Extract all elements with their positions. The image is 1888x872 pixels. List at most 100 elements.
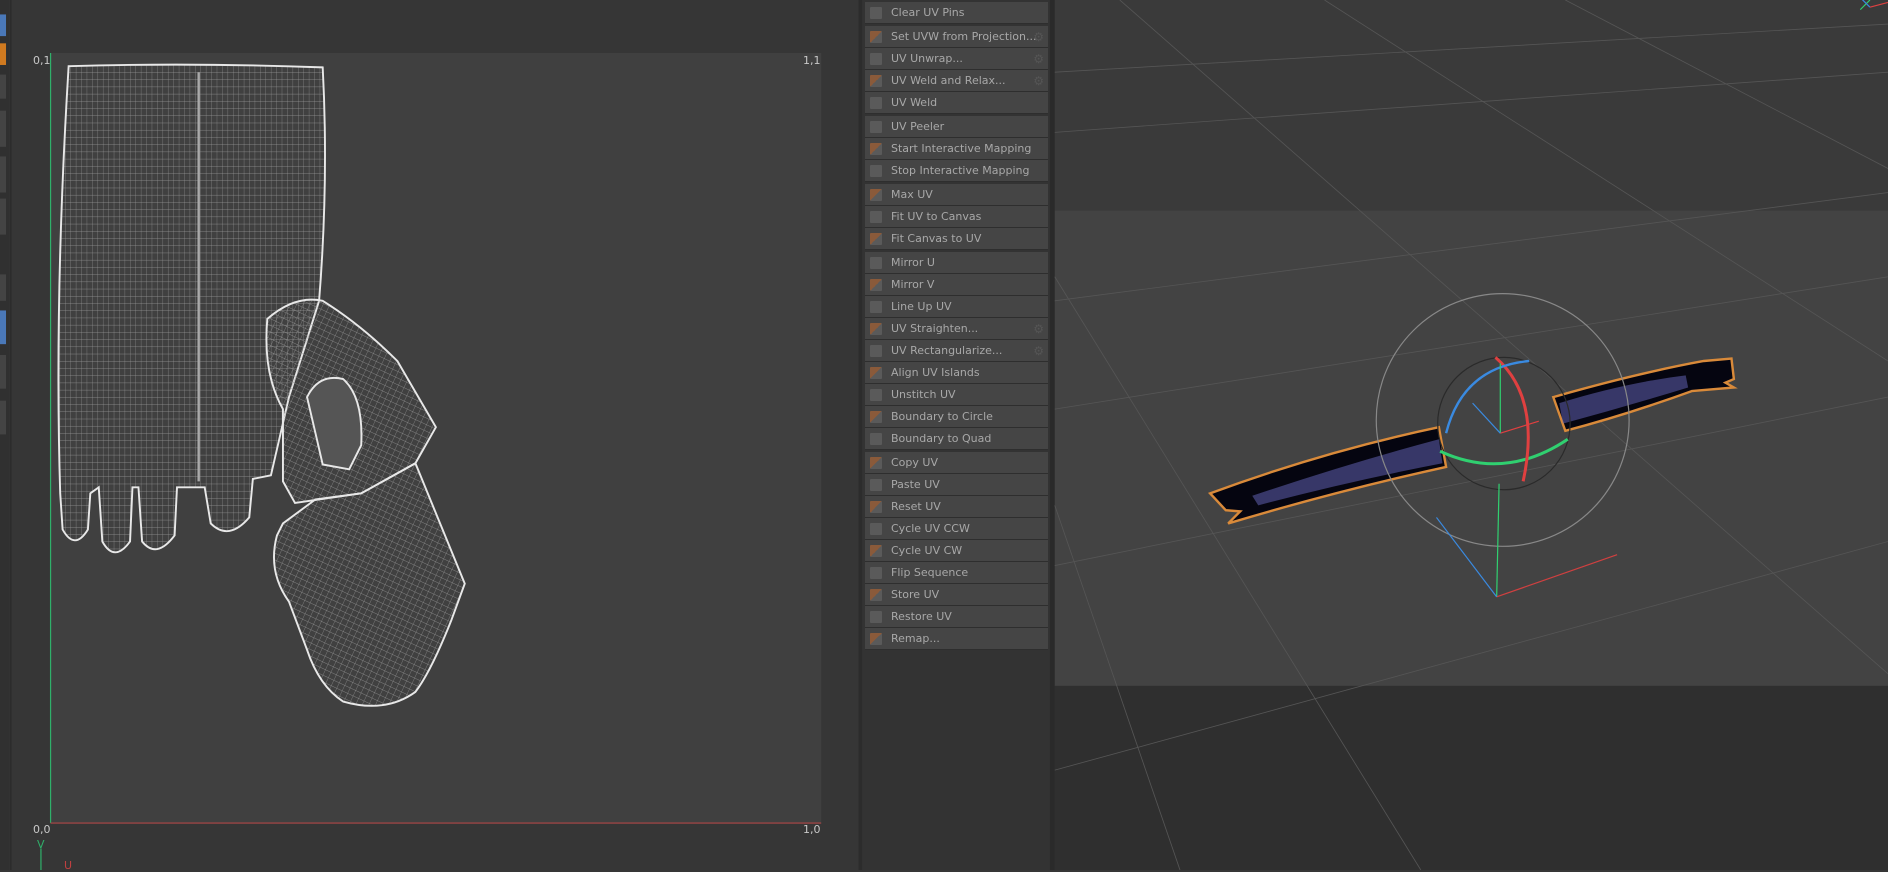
- mirror-u-icon: [870, 256, 882, 269]
- command-cycle-uv-cw[interactable]: Cycle UV CW: [865, 540, 1048, 562]
- command-max-uv[interactable]: Max UV: [865, 184, 1048, 206]
- command-uv-unwrap[interactable]: UV Unwrap... ⚙: [865, 48, 1048, 70]
- command-group: UV Peeler Start Interactive Mapping Stop I…: [865, 116, 1048, 182]
- command-align-uv-islands[interactable]: Align UV Islands: [865, 362, 1048, 384]
- remap-icon: [870, 632, 882, 645]
- command-label: Line Up UV: [891, 300, 952, 313]
- command-label: Start Interactive Mapping: [891, 142, 1032, 155]
- command-reset-uv[interactable]: Reset UV: [865, 496, 1048, 518]
- command-stop-interactive-mapping[interactable]: Stop Interactive Mapping: [865, 160, 1048, 182]
- command-remap[interactable]: Remap...: [865, 628, 1048, 650]
- gear-icon[interactable]: ⚙: [1033, 344, 1044, 358]
- store-icon: [870, 588, 882, 601]
- v-axis-label: V: [37, 838, 45, 851]
- command-flip-sequence[interactable]: Flip Sequence: [865, 562, 1048, 584]
- command-label: Restore UV: [891, 610, 952, 623]
- mirror-v-icon: [870, 278, 882, 291]
- command-label: UV Unwrap...: [891, 52, 963, 65]
- fit-canvas-icon: [870, 232, 882, 245]
- command-label: Boundary to Quad: [891, 432, 992, 445]
- reset-icon: [870, 500, 882, 513]
- command-label: Unstitch UV: [891, 388, 956, 401]
- command-copy-uv[interactable]: Copy UV: [865, 452, 1048, 474]
- command-label: Set UVW from Projection...: [891, 30, 1037, 43]
- flip-icon: [870, 566, 882, 579]
- pin-icon: [870, 6, 882, 19]
- command-line-up-uv[interactable]: Line Up UV: [865, 296, 1048, 318]
- projection-icon: [870, 30, 882, 43]
- command-label: Reset UV: [891, 500, 941, 513]
- command-uv-weld-and-relax[interactable]: UV Weld and Relax... ⚙: [865, 70, 1048, 92]
- command-mirror-v[interactable]: Mirror V: [865, 274, 1048, 296]
- command-group: Clear UV Pins: [865, 2, 1048, 24]
- weld-relax-icon: [870, 74, 882, 87]
- command-restore-uv[interactable]: Restore UV: [865, 606, 1048, 628]
- command-label: Mirror V: [891, 278, 935, 291]
- 3d-viewport-scene: [1054, 0, 1888, 870]
- straighten-icon: [870, 322, 882, 335]
- command-boundary-to-quad[interactable]: Boundary to Quad: [865, 428, 1048, 450]
- rectangularize-icon: [870, 344, 882, 357]
- command-label: UV Rectangularize...: [891, 344, 1003, 357]
- gear-icon[interactable]: ⚙: [1033, 52, 1044, 66]
- uv-corner-top-right: 1,1: [803, 54, 821, 67]
- restore-icon: [870, 610, 882, 623]
- uv-corner-bottom-left: 0,0: [33, 823, 51, 836]
- command-fit-uv-to-canvas[interactable]: Fit UV to Canvas: [865, 206, 1048, 228]
- command-cycle-uv-ccw[interactable]: Cycle UV CCW: [865, 518, 1048, 540]
- cycle-ccw-icon: [870, 522, 882, 535]
- interactive-mapping-icon: [870, 142, 882, 155]
- align-islands-icon: [870, 366, 882, 379]
- command-label: Fit UV to Canvas: [891, 210, 982, 223]
- cycle-cw-icon: [870, 544, 882, 557]
- command-clear-uv-pins[interactable]: Clear UV Pins: [865, 2, 1048, 24]
- uv-corner-top-left: 0,1: [33, 54, 51, 67]
- u-axis-label: U: [64, 859, 73, 872]
- command-group: Max UV Fit UV to Canvas Fit Canvas to UV: [865, 184, 1048, 250]
- command-group: Set UVW from Projection... ⚙ UV Unwrap... ⚙…: [865, 26, 1048, 114]
- command-paste-uv[interactable]: Paste UV: [865, 474, 1048, 496]
- command-mirror-u[interactable]: Mirror U: [865, 252, 1048, 274]
- command-label: UV Weld: [891, 96, 938, 109]
- command-label: Max UV: [891, 188, 933, 201]
- command-uv-peeler[interactable]: UV Peeler: [865, 116, 1048, 138]
- command-label: UV Straighten...: [891, 322, 979, 335]
- weld-icon: [870, 96, 882, 109]
- uv-corner-bottom-right: 1,0: [803, 823, 821, 836]
- command-label: Cycle UV CW: [891, 544, 963, 557]
- gear-icon[interactable]: ⚙: [1033, 74, 1044, 88]
- command-label: Copy UV: [891, 456, 938, 469]
- command-label: Cycle UV CCW: [891, 522, 970, 535]
- command-label: Paste UV: [891, 478, 940, 491]
- command-label: Clear UV Pins: [891, 6, 965, 19]
- uv-commands-panel: Clear UV Pins Set UVW from Projection... ⚙…: [865, 2, 1048, 652]
- command-uv-straighten[interactable]: UV Straighten... ⚙: [865, 318, 1048, 340]
- command-fit-canvas-to-uv[interactable]: Fit Canvas to UV: [865, 228, 1048, 250]
- peeler-icon: [870, 120, 882, 133]
- command-boundary-to-circle[interactable]: Boundary to Circle: [865, 406, 1048, 428]
- unwrap-icon: [870, 52, 882, 65]
- boundary-quad-icon: [870, 432, 882, 445]
- command-label: Align UV Islands: [891, 366, 980, 379]
- command-label: Stop Interactive Mapping: [891, 164, 1030, 177]
- max-uv-icon: [870, 188, 882, 201]
- copy-icon: [870, 456, 882, 469]
- command-label: Mirror U: [891, 256, 935, 269]
- command-unstitch-uv[interactable]: Unstitch UV: [865, 384, 1048, 406]
- command-uv-weld[interactable]: UV Weld: [865, 92, 1048, 114]
- command-uv-rectangularize[interactable]: UV Rectangularize... ⚙: [865, 340, 1048, 362]
- command-label: Boundary to Circle: [891, 410, 993, 423]
- paste-icon: [870, 478, 882, 491]
- unstitch-icon: [870, 388, 882, 401]
- stop-mapping-icon: [870, 164, 882, 177]
- command-store-uv[interactable]: Store UV: [865, 584, 1048, 606]
- command-start-interactive-mapping[interactable]: Start Interactive Mapping: [865, 138, 1048, 160]
- command-label: Fit Canvas to UV: [891, 232, 982, 245]
- command-group: Mirror U Mirror V Line Up UV UV Straighten.…: [865, 252, 1048, 450]
- gear-icon[interactable]: ⚙: [1033, 322, 1044, 336]
- gear-icon[interactable]: ⚙: [1033, 30, 1044, 44]
- command-set-uvw-from-projection[interactable]: Set UVW from Projection... ⚙: [865, 26, 1048, 48]
- boundary-circle-icon: [870, 410, 882, 423]
- command-label: UV Peeler: [891, 120, 945, 133]
- command-group: Copy UV Paste UV Reset UV Cycle UV CCW Cycle…: [865, 452, 1048, 650]
